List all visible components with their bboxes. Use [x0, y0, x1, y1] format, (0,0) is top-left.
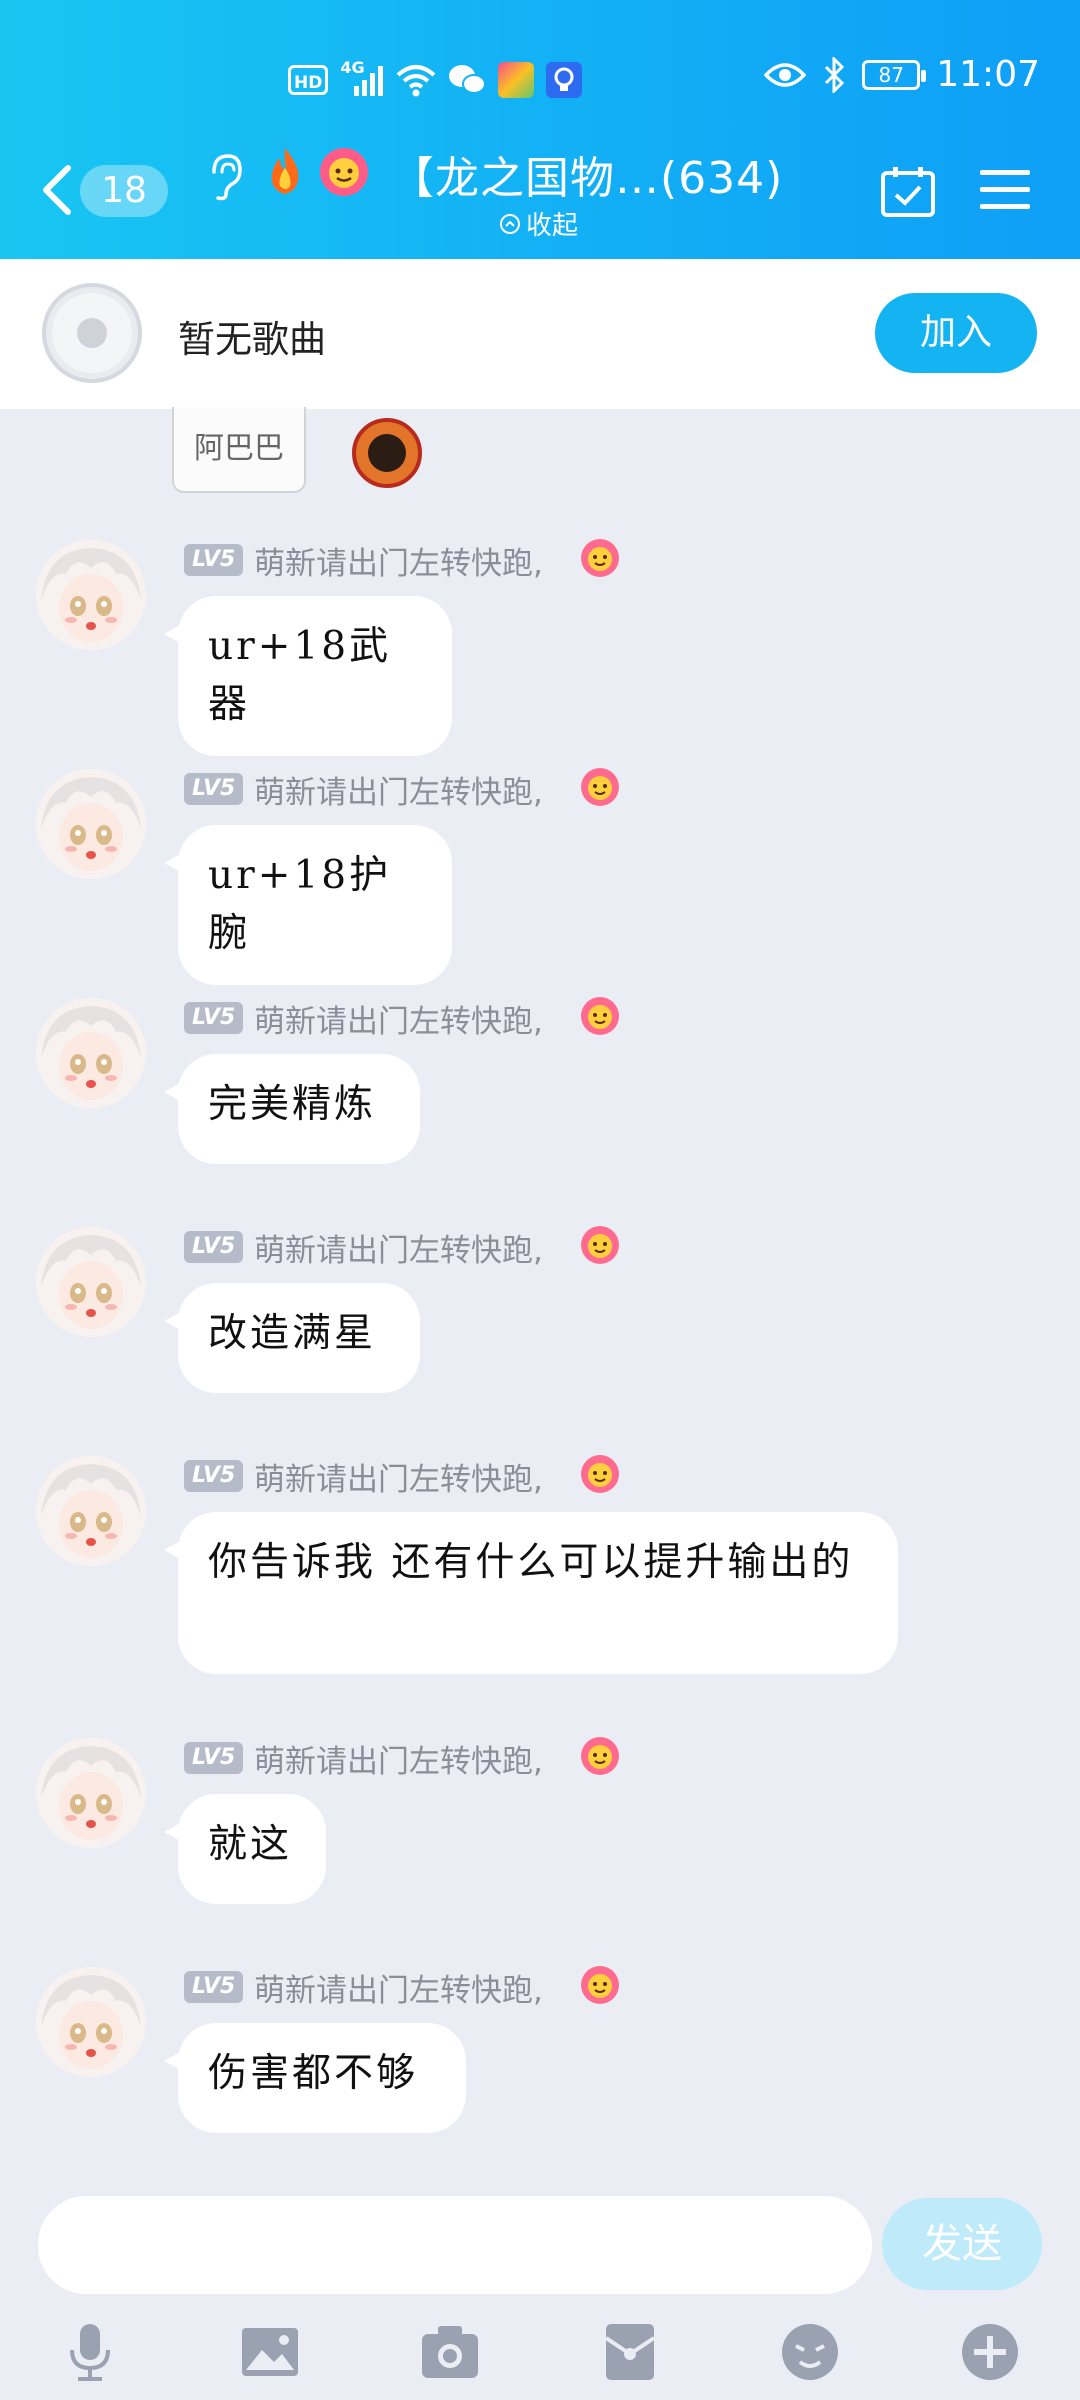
- avatar[interactable]: [36, 998, 146, 1108]
- collapse-label: 收起: [526, 211, 579, 241]
- battery-icon: 87: [862, 59, 927, 90]
- avatar[interactable]: [36, 1227, 146, 1337]
- flower-badge-icon: [580, 1225, 620, 1265]
- flower-badge-icon: [580, 1736, 620, 1776]
- sender-name[interactable]: 萌新请出门左转快跑,: [254, 767, 543, 812]
- level-badge: LV5: [184, 1231, 244, 1263]
- red-packet-icon[interactable]: [598, 2320, 662, 2384]
- bulb-notification-icon: [546, 62, 583, 98]
- sender-name[interactable]: 萌新请出门左转快跑,: [254, 996, 543, 1041]
- message-row: LV5 萌新请出门左转快跑, 就这: [0, 1736, 1080, 1908]
- collapse-button[interactable]: 收起: [500, 205, 578, 242]
- status-time: 11:07: [936, 54, 1040, 95]
- avatar[interactable]: [36, 769, 146, 879]
- avatar[interactable]: [36, 540, 146, 650]
- chevron-up-icon: [500, 213, 520, 234]
- message-row: LV5 萌新请出门左转快跑, 完美精炼: [0, 996, 1080, 1168]
- calendar-check-icon[interactable]: [880, 165, 936, 217]
- message-row: LV5 萌新请出门左转快跑, ur+18武器: [0, 538, 1080, 756]
- microphone-icon[interactable]: [58, 2320, 122, 2384]
- message-input[interactable]: [38, 2196, 872, 2294]
- angry-sticker-icon[interactable]: [352, 418, 422, 488]
- flower-badge-icon: [320, 148, 368, 196]
- back-arrow-icon[interactable]: [38, 160, 78, 220]
- wifi-icon: [397, 65, 436, 97]
- flower-badge-icon: [580, 767, 620, 807]
- fire-icon: [271, 148, 299, 194]
- sender-name[interactable]: 萌新请出门左转快跑,: [254, 1454, 543, 1499]
- message-bubble[interactable]: 完美精炼: [164, 1054, 420, 1164]
- sender-name[interactable]: 萌新请出门左转快跑,: [254, 1965, 543, 2010]
- flower-badge-icon: [580, 1454, 620, 1494]
- flower-badge-icon: [580, 1965, 620, 2005]
- unread-count-badge[interactable]: 18: [80, 165, 168, 217]
- level-badge: LV5: [184, 773, 244, 805]
- flower-badge-icon: [580, 538, 620, 578]
- sender-name[interactable]: 萌新请出门左转快跑,: [254, 538, 543, 583]
- status-icons-left: HD 4G: [288, 58, 583, 102]
- message-bubble[interactable]: 伤害都不够: [164, 2023, 466, 2133]
- music-bar: 暂无歌曲 加入: [0, 259, 1080, 409]
- music-disc-icon[interactable]: [42, 283, 142, 383]
- level-badge: LV5: [184, 1742, 244, 1774]
- emoji-icon[interactable]: [778, 2320, 842, 2384]
- music-status-text: 暂无歌曲: [178, 318, 326, 361]
- image-icon[interactable]: [238, 2320, 302, 2384]
- hd-icon: HD: [288, 65, 329, 95]
- eye-icon: [764, 62, 807, 87]
- message-row: LV5 萌新请出门左转快跑, 你告诉我 还有什么可以提升输出的: [0, 1454, 1080, 1678]
- sticker-image[interactable]: 阿巴巴: [172, 407, 306, 493]
- message-row: LV5 萌新请出门左转快跑, ur+18护腕: [0, 767, 1080, 985]
- level-badge: LV5: [184, 1002, 244, 1034]
- message-bubble[interactable]: 改造满星: [164, 1283, 420, 1393]
- avatar[interactable]: [36, 1456, 146, 1566]
- menu-icon[interactable]: [978, 167, 1032, 213]
- camera-icon[interactable]: [418, 2320, 482, 2384]
- sender-name[interactable]: 萌新请出门左转快跑,: [254, 1736, 543, 1781]
- join-music-button[interactable]: 加入: [875, 293, 1037, 373]
- status-icons-right: 87 11:07: [764, 54, 1040, 95]
- level-badge: LV5: [184, 544, 244, 576]
- send-button[interactable]: 发送: [882, 2198, 1042, 2290]
- level-badge: LV5: [184, 1460, 244, 1492]
- message-bubble[interactable]: 你告诉我 还有什么可以提升输出的: [164, 1512, 898, 1674]
- bluetooth-icon: [825, 56, 845, 93]
- input-toolbar: [0, 2310, 1080, 2400]
- avatar[interactable]: [36, 1967, 146, 2077]
- flower-badge-icon: [580, 996, 620, 1036]
- avatar[interactable]: [36, 1738, 146, 1848]
- wechat-icon: [449, 65, 487, 94]
- ear-icon[interactable]: [204, 152, 244, 202]
- message-bubble[interactable]: ur+18武器: [164, 596, 452, 756]
- group-title[interactable]: 【龙之国物…(634): [390, 142, 783, 206]
- message-row: LV5 萌新请出门左转快跑, 伤害都不够: [0, 1965, 1080, 2137]
- message-row: LV5 萌新请出门左转快跑, 改造满星: [0, 1225, 1080, 1397]
- plus-icon[interactable]: [958, 2320, 1022, 2384]
- level-badge: LV5: [184, 1971, 244, 2003]
- chat-header: HD 4G 87 11:07 18 【龙之国物…(634) 收起: [0, 0, 1080, 259]
- message-bubble[interactable]: 就这: [164, 1794, 326, 1904]
- app-notification-icon: [498, 62, 535, 98]
- message-bubble[interactable]: ur+18护腕: [164, 825, 452, 985]
- sender-name[interactable]: 萌新请出门左转快跑,: [254, 1225, 543, 1270]
- signal-icon: 4G: [340, 58, 384, 98]
